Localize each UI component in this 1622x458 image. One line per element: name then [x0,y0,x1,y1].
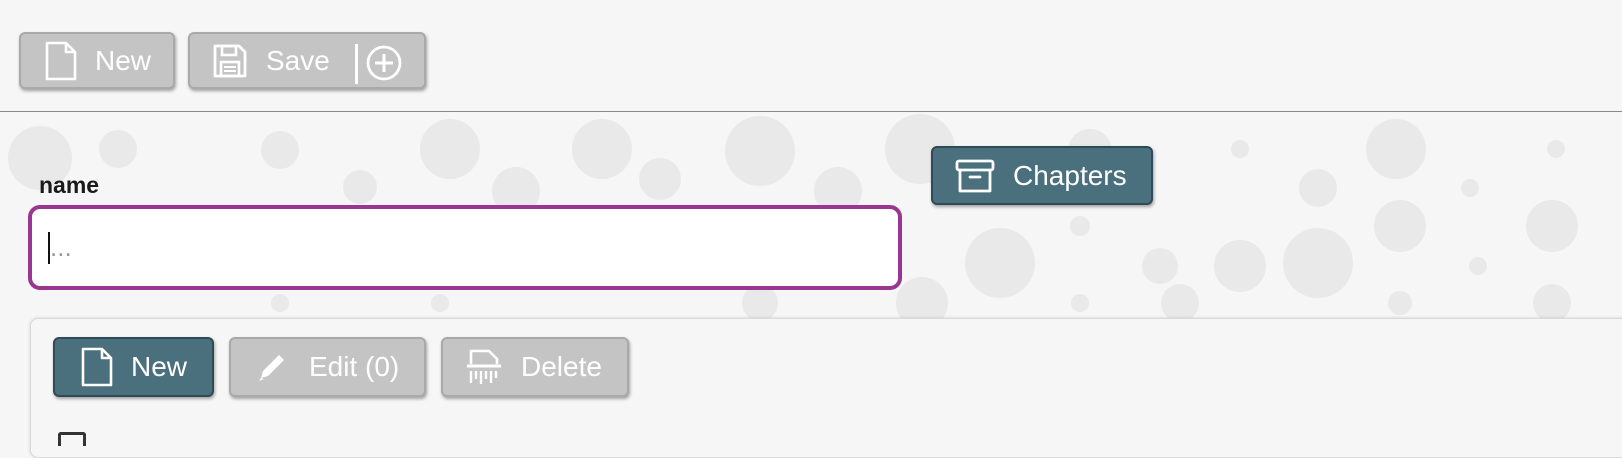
new-button-label: New [95,44,152,76]
chapters-button-label: Chapters [1013,159,1127,191]
save-button-group: Save [188,32,426,89]
pencil-icon [255,350,289,384]
text-caret [48,232,50,264]
name-input[interactable] [28,205,902,290]
top-toolbar: New Save [0,0,1622,112]
chapters-button[interactable]: Chapters [931,146,1153,205]
archive-box-icon [955,158,995,194]
plus-circle-icon[interactable] [365,44,403,82]
document-icon [45,41,77,81]
edit-button[interactable]: Edit (0) [229,337,426,397]
delete-button-label: Delete [521,351,602,382]
button-divider [355,44,358,84]
list-new-button[interactable]: New [53,337,214,397]
floppy-disk-icon[interactable] [212,43,248,79]
save-button-label[interactable]: Save [266,45,330,77]
new-button[interactable]: New [19,32,175,89]
list-new-button-label: New [131,351,188,382]
shredder-icon [465,348,503,386]
delete-button[interactable]: Delete [441,337,629,397]
document-icon [81,347,113,387]
select-all-checkbox[interactable] [58,432,86,446]
edit-button-label: Edit (0) [309,351,400,382]
name-label: name [39,172,100,198]
